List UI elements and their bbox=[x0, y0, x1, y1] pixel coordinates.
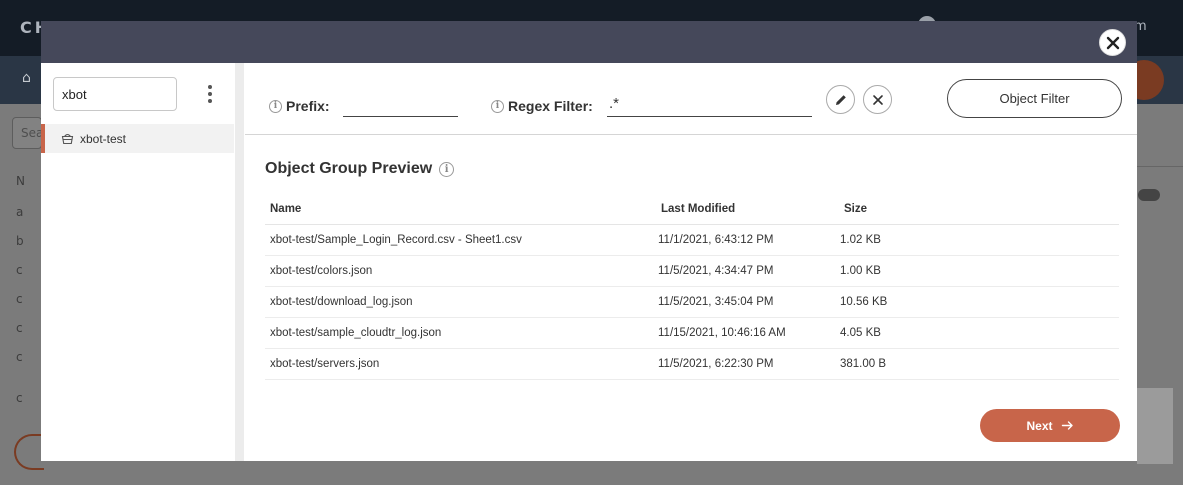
table-header: Name Last Modified Size bbox=[265, 193, 1119, 225]
object-name: xbot-test/download_log.json bbox=[270, 296, 413, 308]
right-panel bbox=[1137, 388, 1173, 464]
bottom-button bbox=[14, 434, 44, 470]
pencil-icon bbox=[835, 94, 846, 105]
regex-filter-input[interactable] bbox=[607, 91, 812, 117]
object-last-modified: 11/5/2021, 4:34:47 PM bbox=[658, 265, 774, 277]
object-last-modified: 11/5/2021, 3:45:04 PM bbox=[658, 296, 774, 308]
prefix-label: i Prefix: bbox=[269, 98, 330, 114]
object-group-modal: xbot-test i Prefix: i Regex Filter: Obje… bbox=[41, 21, 1137, 461]
preview-title: Object Group Preview i bbox=[265, 160, 458, 178]
column-header-size: Size bbox=[844, 202, 868, 215]
sidebar-item: c bbox=[16, 321, 23, 335]
table-row: xbot-test/servers.json 11/5/2021, 6:22:3… bbox=[265, 349, 1119, 380]
regex-filter-label-text: Regex Filter: bbox=[508, 98, 593, 114]
sidebar-item: a bbox=[16, 205, 24, 219]
bucket-item[interactable]: xbot-test bbox=[41, 124, 234, 153]
object-size: 381.00 B bbox=[840, 358, 887, 370]
column-header-name: Name bbox=[270, 202, 302, 215]
edit-button[interactable] bbox=[826, 85, 855, 114]
object-size: 4.05 KB bbox=[840, 327, 881, 339]
preview-title-text: Object Group Preview bbox=[265, 160, 433, 177]
more-options-icon[interactable] bbox=[203, 83, 217, 105]
sidebar-item: b bbox=[16, 234, 24, 248]
object-filter-button[interactable]: Object Filter bbox=[947, 79, 1122, 118]
sidebar-item: c bbox=[16, 391, 23, 405]
close-modal-button[interactable] bbox=[1099, 29, 1126, 56]
arrow-right-icon bbox=[1061, 421, 1073, 430]
modal-header bbox=[41, 21, 1137, 63]
info-icon[interactable]: i bbox=[439, 161, 455, 177]
object-last-modified: 11/15/2021, 10:46:16 AM bbox=[658, 327, 786, 339]
object-preview-table: Name Last Modified Size xbot-test/Sample… bbox=[265, 193, 1119, 380]
info-icon[interactable]: i bbox=[491, 99, 504, 113]
object-size: 10.56 KB bbox=[840, 296, 888, 308]
object-last-modified: 11/5/2021, 6:22:30 PM bbox=[658, 358, 774, 370]
sidebar-item: c bbox=[16, 263, 23, 277]
object-size: 1.02 KB bbox=[840, 234, 881, 246]
bucket-panel: xbot-test bbox=[41, 63, 244, 461]
sidebar-item: c bbox=[16, 292, 23, 306]
object-name: xbot-test/Sample_Login_Record.csv - Shee… bbox=[270, 234, 522, 246]
close-icon bbox=[872, 94, 883, 105]
bucket-panel-scrollbar[interactable] bbox=[235, 63, 244, 461]
prefix-label-text: Prefix: bbox=[286, 98, 330, 114]
regex-filter-label: i Regex Filter: bbox=[491, 98, 593, 114]
table-row: xbot-test/Sample_Login_Record.csv - Shee… bbox=[265, 225, 1119, 256]
table-row: xbot-test/download_log.json 11/5/2021, 3… bbox=[265, 287, 1119, 318]
object-name: xbot-test/sample_cloudtr_log.json bbox=[270, 327, 442, 339]
bucket-search-input[interactable] bbox=[53, 77, 177, 111]
divider bbox=[1137, 166, 1183, 167]
clear-filter-button[interactable] bbox=[863, 85, 892, 114]
table-row: xbot-test/sample_cloudtr_log.json 11/15/… bbox=[265, 318, 1119, 349]
app-search-input: Sea bbox=[12, 117, 43, 149]
bucket-item-label: xbot-test bbox=[80, 131, 127, 146]
close-icon bbox=[1106, 36, 1119, 49]
next-button-label: Next bbox=[1026, 418, 1053, 433]
info-icon[interactable]: i bbox=[269, 99, 282, 113]
toggle-switch bbox=[1138, 189, 1160, 201]
column-header-last-modified: Last Modified bbox=[661, 202, 736, 215]
home-icon: ⌂ bbox=[22, 70, 31, 86]
bucket-icon bbox=[61, 132, 74, 145]
object-last-modified: 11/1/2021, 6:43:12 PM bbox=[658, 234, 774, 246]
sidebar-item: N bbox=[16, 174, 25, 188]
sidebar-item: c bbox=[16, 350, 23, 364]
object-size: 1.00 KB bbox=[840, 265, 881, 277]
next-button[interactable]: Next bbox=[980, 409, 1120, 442]
prefix-input[interactable] bbox=[343, 91, 458, 117]
object-name: xbot-test/servers.json bbox=[270, 358, 380, 370]
filter-bar: i Prefix: i Regex Filter: Object Filter bbox=[245, 63, 1137, 135]
table-row: xbot-test/colors.json 11/5/2021, 4:34:47… bbox=[265, 256, 1119, 287]
object-name: xbot-test/colors.json bbox=[270, 265, 373, 277]
